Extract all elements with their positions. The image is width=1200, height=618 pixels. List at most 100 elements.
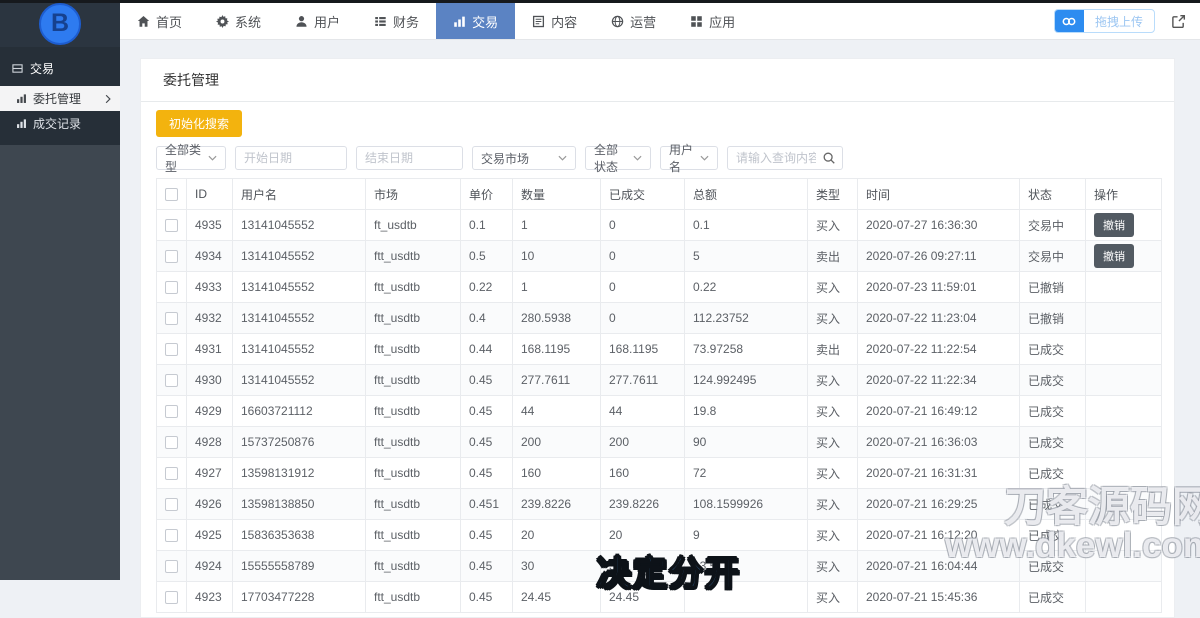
cell-time: 2020-07-26 09:27:11: [857, 240, 1020, 272]
row-checkbox-cell: [156, 519, 187, 551]
row-checkbox[interactable]: [165, 436, 178, 450]
cell-filled: 0: [600, 271, 685, 303]
column-header: 单价: [460, 178, 513, 210]
cell-total: 9: [684, 519, 808, 551]
cell-username: 13598131912: [232, 457, 366, 489]
cell-username: 15737250876: [232, 426, 366, 458]
document-icon: [533, 15, 545, 27]
entrust-management-panel: 委托管理 初始化搜索 全部类型 交易市场 全部状态 用户名: [140, 58, 1175, 618]
cell-market: ftt_usdtb: [365, 519, 461, 551]
search-icon[interactable]: [822, 151, 836, 168]
cell-price: 0.44: [460, 333, 513, 365]
cell-filled: 0: [600, 209, 685, 241]
nav-item-trade[interactable]: 交易: [436, 3, 516, 39]
cell-status: 交易中: [1019, 240, 1086, 272]
cell-time: 2020-07-21 16:36:03: [857, 426, 1020, 458]
orders-table: ID 用户名 市场 单价 数量 已成交 总额 类型 时间 状态 操作 4935 1314104555…: [156, 178, 1162, 613]
market-filter-select[interactable]: 交易市场: [472, 146, 576, 170]
select-all-checkbox[interactable]: [165, 188, 178, 202]
cell-filled: 239.8226: [600, 488, 685, 520]
row-checkbox[interactable]: [165, 219, 178, 233]
nav-item-home[interactable]: 首页: [120, 3, 199, 39]
column-header: 状态: [1019, 178, 1086, 210]
table-row: 4934 13141045552 ftt_usdtb 0.5 10 0 5 卖出…: [156, 240, 1162, 272]
cell-quantity: 1: [512, 271, 601, 303]
row-checkbox[interactable]: [165, 560, 178, 574]
row-checkbox[interactable]: [165, 405, 178, 419]
row-checkbox[interactable]: [165, 343, 178, 357]
table-body: 4935 13141045552 ft_usdtb 0.1 1 0 0.1 买入…: [156, 209, 1162, 613]
cell-type: 卖出: [807, 333, 858, 365]
cell-type: 买入: [807, 581, 858, 613]
cell-market: ftt_usdtb: [365, 240, 461, 272]
sidebar-item-entrust-management[interactable]: 委托管理: [0, 86, 120, 111]
cell-price: 0.45: [460, 395, 513, 427]
search-box: [727, 146, 843, 170]
nav-item-apps[interactable]: 应用: [673, 3, 752, 39]
sidebar-section-label: 交易: [30, 62, 55, 76]
cell-status: 交易中: [1019, 209, 1086, 241]
cell-username: 13141045552: [232, 271, 366, 303]
row-checkbox[interactable]: [165, 467, 178, 481]
type-filter-select[interactable]: 全部类型: [156, 143, 226, 174]
user-filter-select[interactable]: 用户名: [660, 143, 718, 174]
nav-item-system[interactable]: 系统: [199, 3, 278, 39]
table-row: 4927 13598131912 ftt_usdtb 0.45 160 160 …: [156, 457, 1162, 489]
type-filter-value: 全部类型: [165, 143, 202, 174]
app: { "topnav": { "items": [ {"label": "首页"}…: [0, 0, 1200, 618]
column-header: ID: [186, 178, 233, 210]
column-header: 已成交: [600, 178, 685, 210]
row-checkbox-cell: [156, 426, 187, 458]
cell-time: 2020-07-21 16:31:31: [857, 457, 1020, 489]
row-checkbox[interactable]: [165, 498, 178, 512]
table-row: 4926 13598138850 ftt_usdtb 0.451 239.822…: [156, 488, 1162, 520]
cell-type: 买入: [807, 550, 858, 582]
column-header: 市场: [365, 178, 461, 210]
cell-id: 4925: [186, 519, 233, 551]
nav-item-user[interactable]: 用户: [278, 3, 357, 39]
nav-item-finance[interactable]: 财务: [357, 3, 436, 39]
column-header: 用户名: [232, 178, 366, 210]
nav-item-operation[interactable]: 运营: [594, 3, 673, 39]
cell-quantity: 10: [512, 240, 601, 272]
sidebar-lower-panel: [0, 145, 120, 580]
revoke-button[interactable]: 撤销: [1094, 213, 1134, 237]
main-content: 委托管理 初始化搜索 全部类型 交易市场 全部状态 用户名: [120, 40, 1200, 618]
nav-item-content[interactable]: 内容: [515, 3, 594, 39]
sidebar-item-trade-records[interactable]: 成交记录: [0, 111, 120, 136]
revoke-button[interactable]: 撤销: [1094, 244, 1134, 268]
row-checkbox-cell: [156, 457, 187, 489]
row-checkbox[interactable]: [165, 312, 178, 326]
row-checkbox[interactable]: [165, 374, 178, 388]
nav-label: 内容: [551, 14, 578, 30]
status-filter-select[interactable]: 全部状态: [585, 143, 651, 174]
cell-filled: 20: [600, 519, 685, 551]
row-checkbox-cell: [156, 488, 187, 520]
window-top-edge: [0, 0, 1200, 3]
cell-time: 2020-07-22 11:23:04: [857, 302, 1020, 334]
cell-type: 买入: [807, 457, 858, 489]
nav-label: 交易: [472, 14, 499, 30]
cell-username: 13141045552: [232, 209, 366, 241]
cell-quantity: 168.1195: [512, 333, 601, 365]
cell-username: 16603721112: [232, 395, 366, 427]
share-icon[interactable]: [1171, 14, 1186, 29]
cell-market: ftt_usdtb: [365, 581, 461, 613]
cell-filled: 168.1195: [600, 333, 685, 365]
cell-filled: 200: [600, 426, 685, 458]
cell-market: ftt_usdtb: [365, 364, 461, 396]
chevron-down-icon: [633, 155, 642, 161]
row-checkbox[interactable]: [165, 529, 178, 543]
upload-button[interactable]: 拖拽上传: [1053, 9, 1155, 33]
start-date-input[interactable]: [235, 146, 347, 170]
row-checkbox[interactable]: [165, 250, 178, 264]
row-checkbox[interactable]: [165, 281, 178, 295]
cell-filled: 24.45: [600, 581, 685, 613]
cell-market: ft_usdtb: [365, 209, 461, 241]
row-checkbox[interactable]: [165, 591, 178, 605]
end-date-input[interactable]: [356, 146, 463, 170]
chevron-right-icon: [105, 93, 111, 107]
cell-price: 0.5: [460, 240, 513, 272]
brand-logo-icon[interactable]: B: [39, 2, 81, 45]
reset-search-button[interactable]: 初始化搜索: [156, 110, 243, 137]
